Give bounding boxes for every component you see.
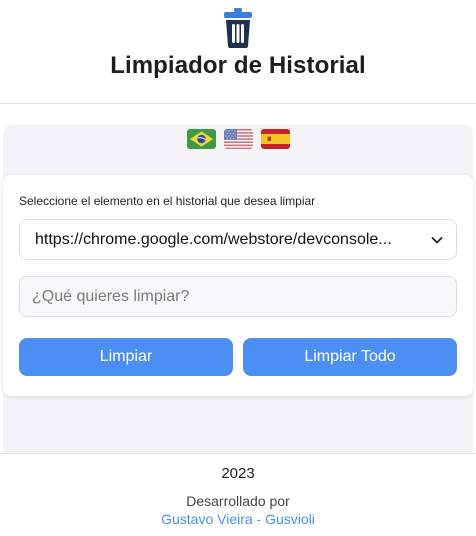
brazil-flag-icon[interactable] xyxy=(186,129,216,149)
search-input[interactable] xyxy=(19,276,457,317)
language-selector xyxy=(3,129,473,149)
trash-can-icon xyxy=(224,8,252,48)
chevron-down-icon xyxy=(431,236,443,243)
clear-all-button[interactable]: Limpiar Todo xyxy=(243,338,457,376)
history-select-label: Seleccione el elemento en el historial q… xyxy=(19,194,316,208)
footer-year: 2023 xyxy=(221,465,255,482)
spain-flag-icon[interactable] xyxy=(260,129,290,149)
history-item-select[interactable]: https://chrome.google.com/webstore/devco… xyxy=(19,219,457,260)
author-link[interactable]: Gustavo Vieira - Gusvioli xyxy=(161,511,315,527)
app-header: Limpiador de Historial xyxy=(0,0,476,104)
main-content: Seleccione el elemento en el historial q… xyxy=(0,105,476,453)
footer: 2023 Desarrollado por Gustavo Vieira - G… xyxy=(0,453,476,536)
footer-credit: Gustavo Vieira - Gusvioli xyxy=(0,511,476,527)
clear-button[interactable]: Limpiar xyxy=(19,338,233,376)
cleaner-form: Seleccione el elemento en el historial q… xyxy=(3,175,473,396)
page-title: Limpiador de Historial xyxy=(110,52,366,79)
content-panel: Seleccione el elemento en el historial q… xyxy=(3,125,473,453)
usa-flag-icon[interactable] xyxy=(223,129,253,149)
footer-developed-by: Desarrollado por xyxy=(186,493,290,509)
selected-history-item: https://chrome.google.com/webstore/devco… xyxy=(35,230,392,248)
